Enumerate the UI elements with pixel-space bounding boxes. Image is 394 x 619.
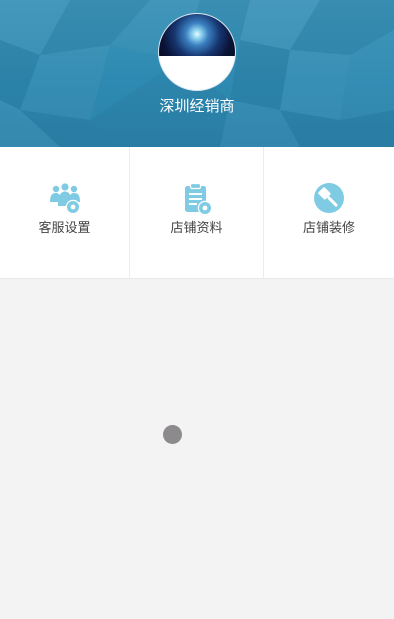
shop-menu-grid: 客服设置 店铺资料 店铺装修 [0,147,394,279]
menu-item-label: 客服设置 [38,221,91,236]
avatar-image [159,14,235,56]
shop-header: 深圳经销商 [0,0,394,147]
customer-service-settings-icon [49,183,80,215]
menu-item-shop-info[interactable]: 店铺资料 [130,147,264,278]
loading-indicator [163,425,182,444]
menu-item-label: 店铺资料 [170,221,223,236]
menu-item-customer-service-settings[interactable]: 客服设置 [0,147,130,278]
menu-item-shop-decoration[interactable]: 店铺装修 [264,147,394,278]
shop-decoration-brush-icon [314,183,344,213]
shop-name: 深圳经销商 [159,97,235,115]
shop-avatar[interactable] [158,13,236,91]
menu-item-label: 店铺装修 [302,221,355,236]
shop-info-clipboard-icon [184,182,212,216]
